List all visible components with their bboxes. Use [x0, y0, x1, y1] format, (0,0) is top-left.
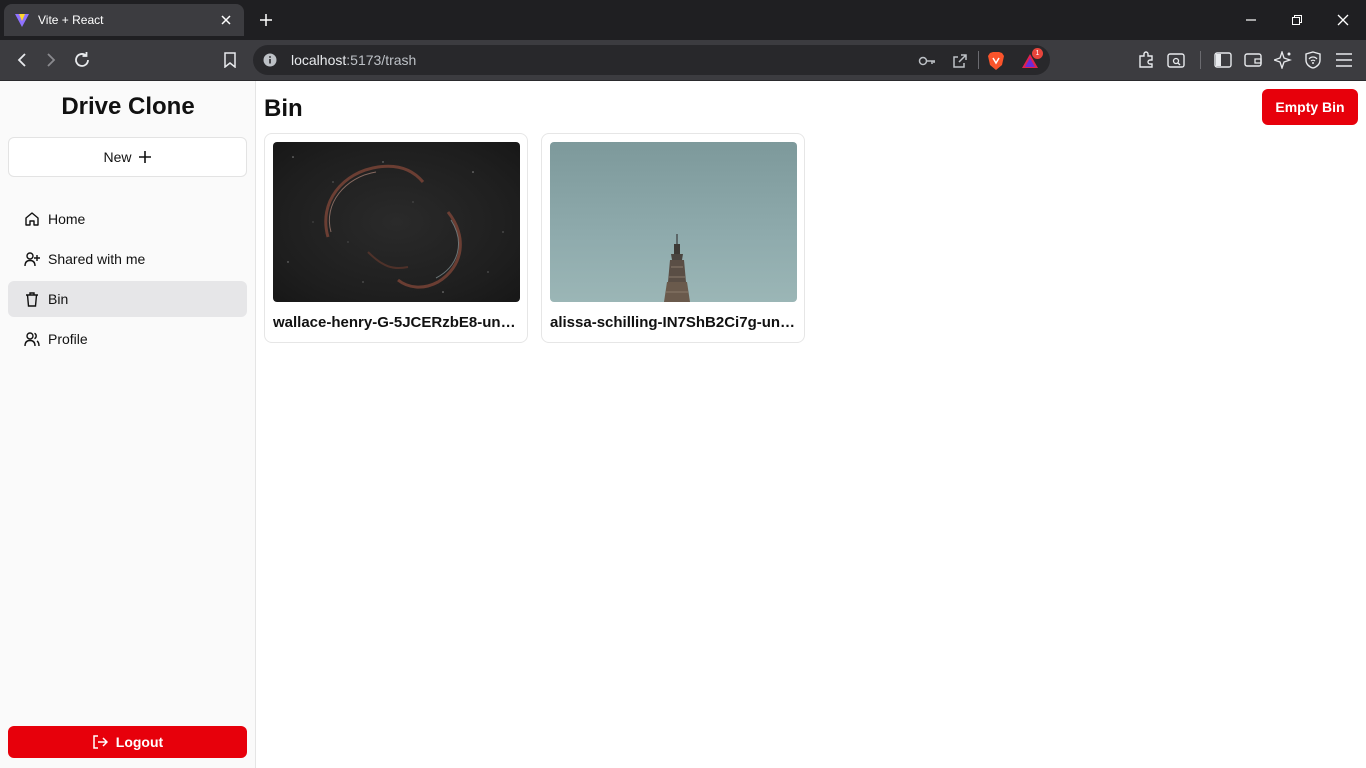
- file-name: wallace-henry-G-5JCERzbE8-unsplash.jpg: [273, 314, 520, 331]
- sidebar-item-label: Bin: [48, 291, 69, 307]
- url-text[interactable]: localhost:5173/trash: [291, 52, 416, 68]
- browser-tab[interactable]: Vite + React: [4, 4, 244, 36]
- forward-icon[interactable]: [39, 48, 63, 72]
- minimize-icon[interactable]: [1239, 8, 1263, 32]
- extensions-icon[interactable]: [1134, 48, 1158, 72]
- sidebar-item-home[interactable]: Home: [8, 201, 247, 237]
- notification-badge: 1: [1032, 48, 1043, 59]
- app-page: Drive Clone New Home Shared with me Bin: [0, 81, 1366, 768]
- users-icon: [24, 331, 40, 347]
- close-tab-icon[interactable]: [218, 12, 234, 28]
- tab-title: Vite + React: [38, 13, 104, 27]
- share-icon[interactable]: [950, 51, 970, 71]
- search-tabs-icon[interactable]: [1164, 48, 1188, 72]
- logout-label: Logout: [115, 734, 164, 750]
- leo-ai-icon[interactable]: [1271, 48, 1295, 72]
- brand-title: Drive Clone: [61, 93, 195, 120]
- plus-icon: [138, 150, 152, 164]
- sidebar-item-bin[interactable]: Bin: [8, 281, 247, 317]
- sidebar: Drive Clone New Home Shared with me Bin: [0, 81, 256, 768]
- reload-icon[interactable]: [70, 48, 94, 72]
- brave-rewards-icon[interactable]: 1: [1020, 48, 1043, 71]
- vpn-icon[interactable]: [1301, 48, 1325, 72]
- key-icon[interactable]: [917, 51, 937, 71]
- sidebar-item-shared[interactable]: Shared with me: [8, 241, 247, 277]
- toolbar-separator: [978, 51, 979, 69]
- url-path: :5173/trash: [346, 52, 417, 68]
- file-thumbnail: [273, 142, 520, 302]
- wallet-icon[interactable]: [1241, 48, 1265, 72]
- close-window-icon[interactable]: [1331, 8, 1355, 32]
- toolbar-separator: [1200, 51, 1201, 69]
- sidebar-item-profile[interactable]: Profile: [8, 321, 247, 357]
- trash-icon: [24, 291, 40, 307]
- file-thumbnail: [550, 142, 797, 302]
- menu-icon[interactable]: [1332, 48, 1356, 72]
- file-name: alissa-schilling-IN7ShB2Ci7g-unsplash.jp…: [550, 314, 797, 331]
- browser-tabbar: Vite + React: [0, 0, 1366, 40]
- brave-shields-icon[interactable]: [986, 51, 1006, 71]
- new-button[interactable]: New: [8, 137, 247, 177]
- site-info-icon[interactable]: [262, 52, 278, 68]
- sidebar-toggle-icon[interactable]: [1211, 48, 1235, 72]
- sidebar-item-label: Home: [48, 211, 86, 227]
- address-bar[interactable]: localhost:5173/trash 1: [253, 45, 1050, 75]
- logout-button[interactable]: Logout: [8, 726, 247, 758]
- new-tab-icon[interactable]: [256, 10, 276, 30]
- browser-toolbar: localhost:5173/trash 1: [0, 40, 1366, 81]
- vite-logo-icon: [14, 12, 30, 28]
- empty-bin-button[interactable]: Empty Bin: [1262, 89, 1358, 125]
- user-plus-icon: [24, 251, 40, 267]
- restore-icon[interactable]: [1285, 8, 1309, 32]
- url-host: localhost: [291, 52, 347, 68]
- bookmark-icon[interactable]: [218, 48, 242, 72]
- page-title: Bin: [264, 95, 303, 122]
- file-card[interactable]: wallace-henry-G-5JCERzbE8-unsplash.jpg: [264, 133, 528, 343]
- back-icon[interactable]: [10, 48, 34, 72]
- sidebar-item-label: Profile: [48, 331, 88, 347]
- logout-icon: [92, 734, 108, 750]
- home-icon: [24, 211, 40, 227]
- new-button-label: New: [103, 149, 132, 165]
- file-card[interactable]: alissa-schilling-IN7ShB2Ci7g-unsplash.jp…: [541, 133, 805, 343]
- sidebar-item-label: Shared with me: [48, 251, 146, 267]
